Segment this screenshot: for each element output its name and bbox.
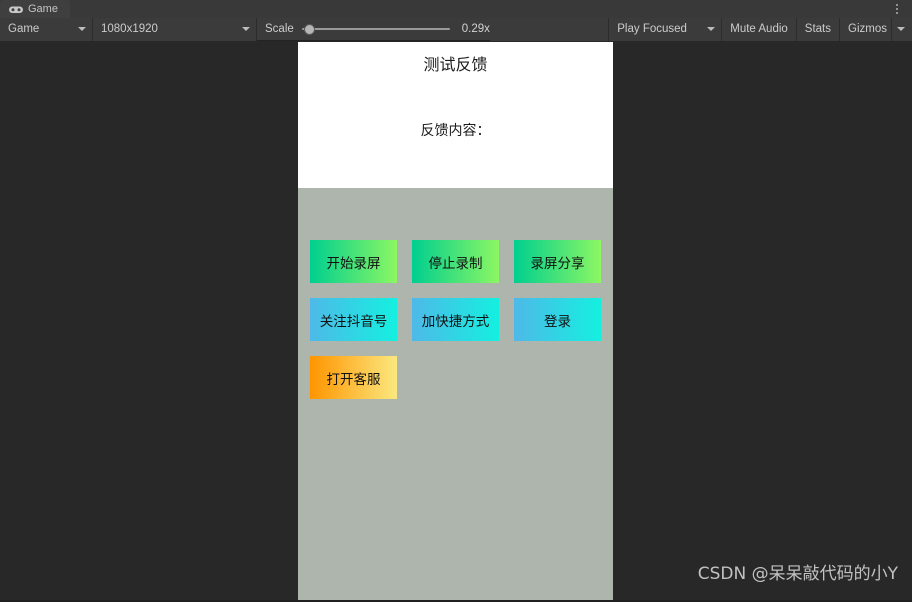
display-dropdown-value: Game <box>8 23 40 35</box>
chevron-down-icon <box>242 27 250 31</box>
display-dropdown[interactable]: Game <box>0 17 92 41</box>
game-viewport[interactable]: 测试反馈 反馈内容： 开始录屏 停止录制 录屏分享 关注抖音号 加快捷方式 登录… <box>0 42 912 602</box>
stop-recording-button[interactable]: 停止录制 <box>412 240 499 283</box>
share-recording-button[interactable]: 录屏分享 <box>514 240 601 283</box>
button-row-1: 开始录屏 停止录制 录屏分享 <box>310 240 602 283</box>
feedback-panel: 测试反馈 反馈内容： <box>298 42 613 188</box>
scale-label: Scale <box>265 23 294 35</box>
feedback-content-label: 反馈内容： <box>420 123 491 139</box>
login-button[interactable]: 登录 <box>514 298 601 341</box>
chevron-down-icon <box>707 27 716 31</box>
kebab-dot <box>896 12 898 14</box>
open-customer-service-button[interactable]: 打开客服 <box>310 356 397 399</box>
button-row-3: 打开客服 <box>310 356 602 399</box>
gizmos-button[interactable]: Gizmos <box>840 17 891 41</box>
toolbar-spacer <box>489 17 609 41</box>
start-recording-button[interactable]: 开始录屏 <box>310 240 397 283</box>
game-view-toolbar: Game 1080x1920 Scale 0.29x Play Focused … <box>0 17 912 41</box>
page-title: 测试反馈 <box>423 55 488 74</box>
tab-game-label: Game <box>28 3 58 15</box>
kebab-menu-icon[interactable] <box>888 0 906 18</box>
scale-slider[interactable] <box>301 22 450 36</box>
unity-editor-window: Game Game 1080x1920 Scale 0.29x Play Foc… <box>0 0 912 602</box>
scale-control: Scale 0.29x <box>257 18 490 41</box>
scale-slider-track <box>301 28 450 30</box>
kebab-dot <box>896 8 898 10</box>
button-grid: 开始录屏 停止录制 录屏分享 关注抖音号 加快捷方式 登录 打开客服 <box>310 240 602 414</box>
follow-douyin-button[interactable]: 关注抖音号 <box>310 298 397 341</box>
tab-strip: Game <box>0 0 912 19</box>
scale-value-label: 0.29x <box>461 23 490 35</box>
play-mode-dropdown[interactable]: Play Focused <box>609 17 722 41</box>
mute-audio-button[interactable]: Mute Audio <box>722 17 796 41</box>
tab-game[interactable]: Game <box>0 0 70 18</box>
scale-slider-handle[interactable] <box>303 23 315 35</box>
chevron-down-icon <box>78 27 86 31</box>
resolution-dropdown[interactable]: 1080x1920 <box>93 17 256 41</box>
stats-button[interactable]: Stats <box>796 17 840 41</box>
button-row-2: 关注抖音号 加快捷方式 登录 <box>310 298 602 341</box>
add-shortcut-button[interactable]: 加快捷方式 <box>412 298 499 341</box>
chevron-down-icon <box>897 27 905 31</box>
play-mode-dropdown-value: Play Focused <box>617 23 687 35</box>
resolution-dropdown-value: 1080x1920 <box>101 23 158 35</box>
gizmos-dropdown-toggle[interactable] <box>892 17 912 41</box>
csdn-watermark: CSDN @呆呆敲代码的小Y <box>697 564 898 584</box>
game-canvas[interactable]: 测试反馈 反馈内容： 开始录屏 停止录制 录屏分享 关注抖音号 加快捷方式 登录… <box>298 42 613 600</box>
gamepad-icon <box>9 5 23 14</box>
kebab-dot <box>896 4 898 6</box>
